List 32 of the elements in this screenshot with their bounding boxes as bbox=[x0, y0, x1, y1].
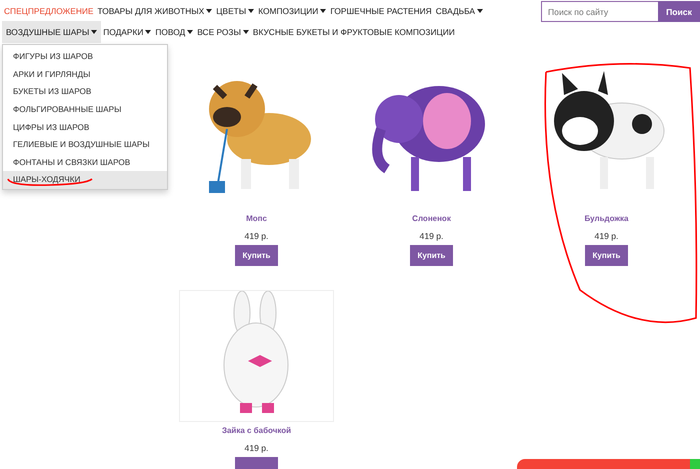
search-field[interactable]: Поиск по сайту bbox=[541, 1, 658, 22]
product-price: 419 р. bbox=[244, 231, 268, 241]
product-price: 419 р. bbox=[594, 231, 618, 241]
product-price: 419 р. bbox=[420, 231, 444, 241]
nav-link[interactable]: ПОДАРКИ bbox=[101, 22, 154, 40]
product-name[interactable]: Бульдожка bbox=[584, 214, 628, 223]
menu-item[interactable]: ФОЛЬГИРОВАННЫЕ ШАРЫ bbox=[3, 100, 167, 118]
nav-link[interactable]: СПЕЦПРЕДЛОЖЕНИЕ bbox=[2, 2, 96, 20]
menu-item[interactable]: ЦИФРЫ ИЗ ШАРОВ bbox=[3, 118, 167, 136]
product-name[interactable]: Слоненок bbox=[412, 214, 451, 223]
product-price: 419 р. bbox=[244, 443, 268, 453]
nav-link[interactable]: ВКУСНЫЕ БУКЕТЫ И ФРУКТОВЫЕ КОМПОЗИЦИИ bbox=[250, 22, 457, 40]
product-name[interactable]: Зайка с бабочкой bbox=[222, 426, 292, 435]
menu-item[interactable]: ГЕЛИЕВЫЕ И ВОЗДУШНЫЕ ШАРЫ bbox=[3, 136, 167, 154]
nav-link[interactable]: ТОВАРЫ ДЛЯ ЖИВОТНЫХ bbox=[96, 2, 214, 20]
buy-button[interactable]: Купить bbox=[585, 245, 628, 266]
nav-link[interactable]: КОМПОЗИЦИИ bbox=[256, 2, 328, 20]
menu-item[interactable]: БУКЕТЫ ИЗ ШАРОВ bbox=[3, 83, 167, 101]
menu-item[interactable]: АРКИ И ГИРЛЯНДЫ bbox=[3, 66, 167, 84]
nav-link[interactable]: ПОВОД bbox=[153, 22, 196, 40]
buy-button[interactable]: Купить bbox=[235, 245, 278, 266]
search-button[interactable]: Поиск bbox=[658, 1, 700, 22]
product-name[interactable]: Мопс bbox=[246, 214, 267, 223]
nav-link[interactable]: ВСЕ РОЗЫ bbox=[195, 22, 251, 40]
menu-item[interactable]: ФОНТАНЫ И СВЯЗКИ ШАРОВ bbox=[3, 154, 167, 172]
menu-item[interactable]: ШАРЫ-ХОДЯЧКИ bbox=[3, 171, 167, 189]
buy-button[interactable]: Купить bbox=[410, 245, 453, 266]
nav-link[interactable]: ГОРШЕЧНЫЕ РАСТЕНИЯ bbox=[328, 2, 434, 20]
menu-item[interactable]: ФИГУРЫ ИЗ ШАРОВ bbox=[3, 48, 167, 66]
nav-link[interactable]: СВАДЬБА bbox=[434, 2, 486, 20]
nav-link[interactable]: ЦВЕТЫ bbox=[214, 2, 256, 20]
nav-link[interactable]: ВОЗДУШНЫЕ ШАРЫ bbox=[2, 20, 102, 42]
